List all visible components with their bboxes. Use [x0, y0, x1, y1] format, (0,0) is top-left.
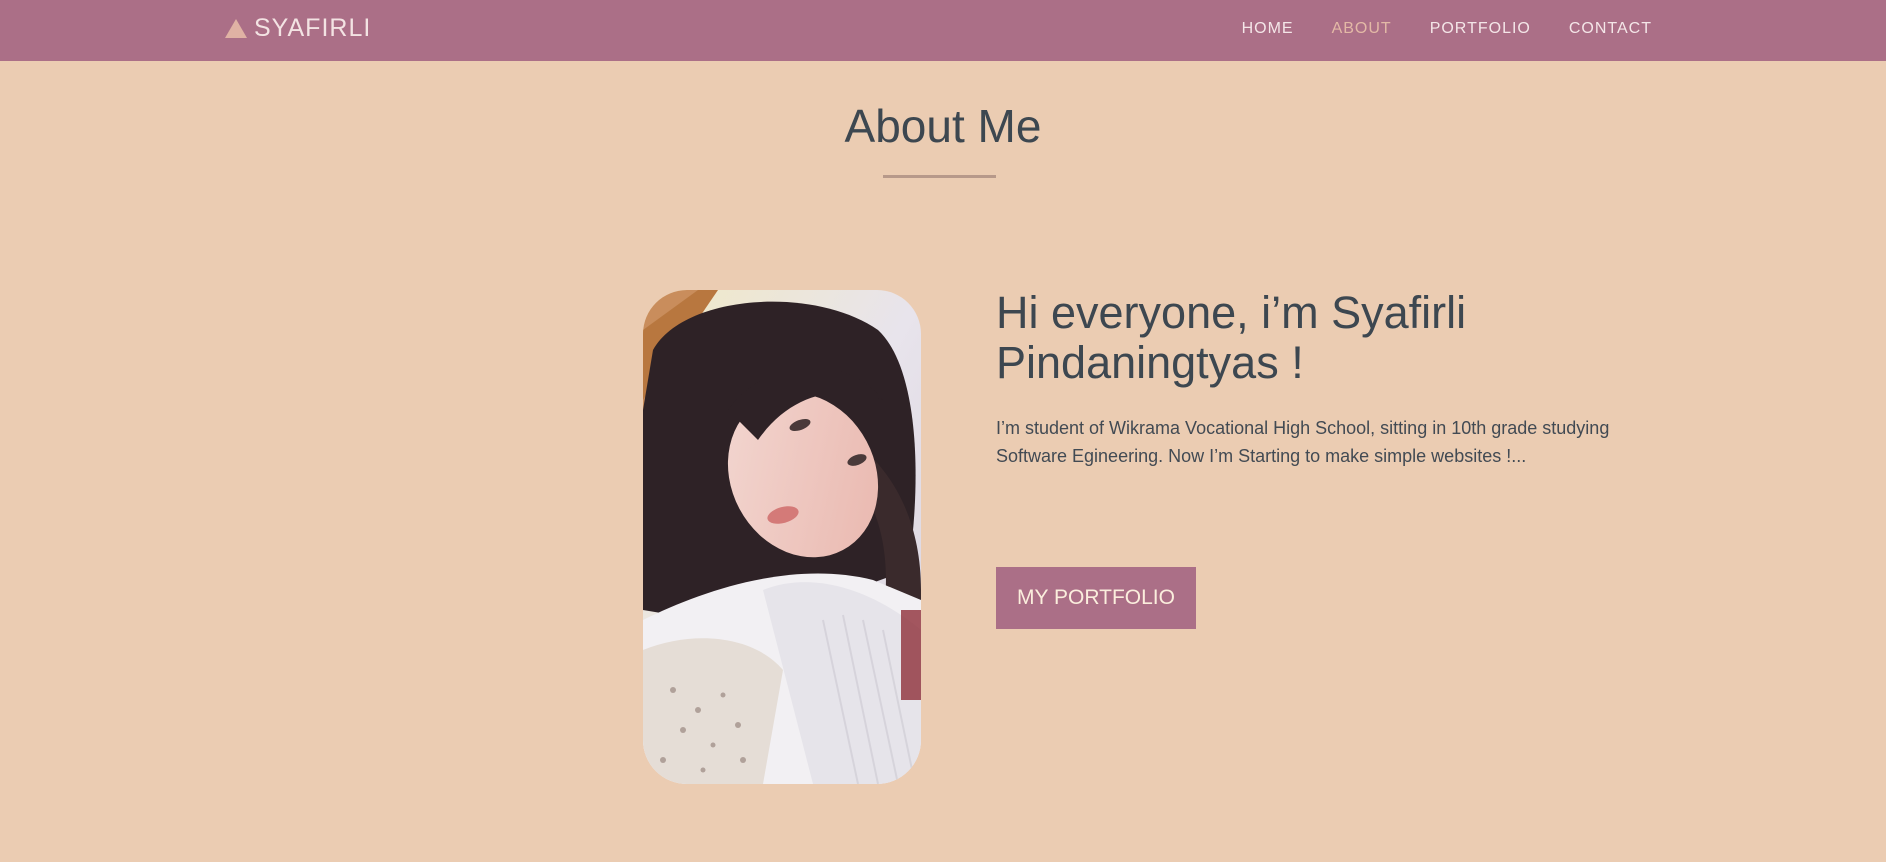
nav-links: HOME ABOUT PORTFOLIO CONTACT	[1242, 20, 1652, 38]
navbar: SYAFIRLI HOME ABOUT PORTFOLIO CONTACT	[0, 0, 1886, 61]
brand[interactable]: SYAFIRLI	[225, 14, 371, 43]
nav-link-portfolio[interactable]: PORTFOLIO	[1430, 20, 1531, 38]
section-title: About Me	[844, 100, 1042, 152]
bio-text: I’m student of Wikrama Vocational High S…	[996, 418, 1610, 466]
nav-link-contact[interactable]: CONTACT	[1569, 20, 1652, 38]
my-portfolio-button[interactable]: MY PORTFOLIO	[996, 567, 1196, 629]
nav-link-about[interactable]: ABOUT	[1332, 20, 1392, 38]
profile-photo	[643, 290, 921, 784]
intro-block: Hi everyone, i’m Syafirli Pindaningtyas …	[996, 288, 1636, 470]
brand-name: SYAFIRLI	[254, 14, 372, 42]
nav-link-home[interactable]: HOME	[1242, 20, 1294, 38]
triangle-logo-icon	[225, 18, 247, 38]
greeting-heading: Hi everyone, i’m Syafirli Pindaningtyas …	[996, 287, 1467, 388]
title-divider	[883, 175, 996, 178]
